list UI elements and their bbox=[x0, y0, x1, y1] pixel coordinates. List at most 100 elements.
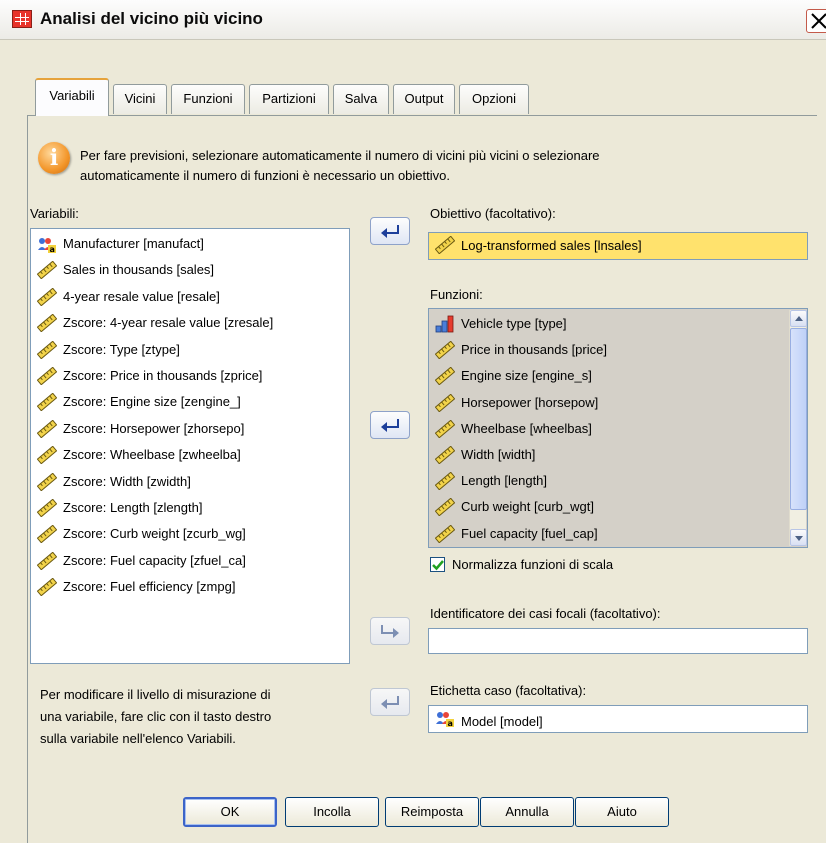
scale-ruler-icon bbox=[36, 577, 58, 597]
target-label: Obiettivo (facoltativo): bbox=[430, 206, 556, 221]
features-scrollbar[interactable] bbox=[789, 310, 807, 546]
scale-ruler-icon bbox=[36, 524, 58, 544]
dialog-app-icon bbox=[12, 10, 32, 28]
features-listbox[interactable]: Vehicle type [type] Price in thousands [p… bbox=[428, 308, 808, 548]
help-line-3: sulla variabile nell'elenco Variabili. bbox=[40, 731, 236, 746]
tab-vicini[interactable]: Vicini bbox=[113, 84, 167, 114]
focal-label: Identificatore dei casi focali (facoltat… bbox=[430, 606, 661, 621]
title-bar: Analisi del vicino più vicino bbox=[0, 0, 826, 40]
tab-salva[interactable]: Salva bbox=[333, 84, 389, 114]
move-to-target-button[interactable] bbox=[370, 217, 410, 245]
svg-text:a: a bbox=[50, 245, 55, 253]
scale-ruler-icon bbox=[434, 340, 456, 360]
move-to-focal-button[interactable] bbox=[370, 617, 410, 645]
variable-list-item-label: Zscore: Fuel capacity [zfuel_ca] bbox=[63, 552, 246, 568]
scroll-up-button[interactable] bbox=[790, 310, 807, 327]
scale-ruler-icon bbox=[434, 497, 456, 517]
close-icon bbox=[811, 13, 826, 29]
cancel-button[interactable]: Annulla bbox=[480, 797, 574, 827]
variable-list-item-label: Zscore: Width [zwidth] bbox=[63, 473, 191, 489]
tab-partizioni[interactable]: Partizioni bbox=[249, 84, 329, 114]
scale-ruler-icon bbox=[36, 392, 58, 412]
scale-ruler-icon bbox=[434, 235, 456, 255]
target-field[interactable]: Log-transformed sales [lnsales] bbox=[428, 232, 808, 260]
feature-list-item-label: Horsepower [horsepow] bbox=[461, 394, 599, 410]
scale-ruler-icon bbox=[36, 551, 58, 571]
variable-list-item-label: Zscore: Price in thousands [zprice] bbox=[63, 368, 263, 383]
variable-list-item-label: Zscore: Curb weight [zcurb_wg] bbox=[63, 526, 246, 542]
help-line-1: Per modificare il livello di misurazione… bbox=[40, 687, 271, 702]
scale-ruler-icon bbox=[36, 472, 58, 492]
arrow-left-icon bbox=[381, 225, 399, 238]
close-button[interactable] bbox=[806, 9, 826, 33]
scale-ruler-icon bbox=[36, 498, 58, 518]
tab-variabili[interactable]: Variabili bbox=[35, 78, 109, 116]
variable-list-item-label: Zscore: Fuel efficiency [zmpg] bbox=[63, 579, 236, 595]
ok-button[interactable]: OK bbox=[183, 797, 277, 827]
scroll-thumb[interactable] bbox=[790, 328, 807, 510]
variable-list-item-label: Zscore: Horsepower [zhorsepo] bbox=[63, 420, 245, 436]
scale-ruler-icon bbox=[36, 445, 58, 465]
nominal-string-icon: a bbox=[37, 235, 57, 254]
info-line-2: automaticamente il numero di funzioni è … bbox=[80, 168, 450, 183]
scale-ruler-icon bbox=[434, 524, 456, 544]
help-text: Per modificare il livello di misurazione… bbox=[40, 684, 340, 750]
variable-list-item-label: 4-year resale value [resale] bbox=[63, 288, 220, 304]
case-label-label: Etichetta caso (facoltativa): bbox=[430, 683, 587, 698]
case-label-value: Model [model] bbox=[461, 714, 543, 729]
feature-list-item-label: Wheelbase [wheelbas] bbox=[461, 420, 592, 436]
scale-ruler-icon bbox=[36, 419, 58, 439]
feature-list-item-label: Engine size [engine_s] bbox=[461, 368, 592, 384]
scale-ruler-icon bbox=[36, 340, 58, 360]
info-line-1: Per fare previsioni, selezionare automat… bbox=[80, 148, 600, 163]
checkmark-icon bbox=[432, 560, 444, 571]
move-to-case-label-button[interactable] bbox=[370, 688, 410, 716]
variables-listbox[interactable]: a Manufacturer [manufact] Sales in thousan… bbox=[30, 228, 350, 664]
scale-ruler-icon bbox=[434, 419, 456, 439]
info-message: Per fare previsioni, selezionare automat… bbox=[80, 146, 780, 186]
paste-button[interactable]: Incolla bbox=[285, 797, 379, 827]
feature-list-item-label: Vehicle type [type] bbox=[461, 316, 567, 331]
nominal-bar-icon bbox=[435, 315, 455, 333]
variable-list-item-label: Manufacturer [manufact] bbox=[63, 236, 204, 251]
tab-funzioni[interactable]: Funzioni bbox=[171, 84, 245, 114]
normalize-label: Normalizza funzioni di scala bbox=[452, 557, 614, 572]
case-label-field[interactable]: a Model [model] bbox=[428, 705, 808, 733]
arrow-left-icon bbox=[381, 419, 399, 432]
scale-ruler-icon bbox=[434, 393, 456, 413]
tab-opzioni[interactable]: Opzioni bbox=[459, 84, 529, 114]
variable-list-item-label: Zscore: Engine size [zengine_] bbox=[63, 394, 241, 410]
target-value: Log-transformed sales [lnsales] bbox=[461, 238, 642, 253]
normalize-checkbox[interactable] bbox=[430, 557, 445, 572]
help-line-2: una variabile, fare clic con il tasto de… bbox=[40, 709, 272, 724]
features-label: Funzioni: bbox=[430, 287, 483, 302]
chevron-down-icon bbox=[795, 536, 803, 541]
variables-label: Variabili: bbox=[30, 206, 79, 221]
arrow-left-icon bbox=[381, 696, 399, 709]
feature-list-item-label: Fuel capacity [fuel_cap] bbox=[461, 525, 598, 541]
dialog-window: Analisi del vicino più vicino Variabili … bbox=[0, 0, 826, 843]
feature-list-item-label: Length [length] bbox=[461, 473, 548, 489]
chevron-up-icon bbox=[795, 316, 803, 321]
info-icon: i bbox=[38, 142, 70, 174]
feature-list-item-label: Price in thousands [price] bbox=[461, 342, 607, 358]
help-button[interactable]: Aiuto bbox=[575, 797, 669, 827]
feature-list-item-label: Curb weight [curb_wgt] bbox=[461, 499, 594, 515]
focal-field[interactable] bbox=[428, 628, 808, 654]
variable-list-item-label: Sales in thousands [sales] bbox=[63, 262, 215, 278]
move-to-features-button[interactable] bbox=[370, 411, 410, 439]
scroll-down-button[interactable] bbox=[790, 529, 807, 546]
tab-output[interactable]: Output bbox=[393, 84, 455, 114]
variable-list-item-label: Zscore: Type [ztype] bbox=[63, 341, 180, 357]
scale-ruler-icon bbox=[36, 287, 58, 307]
scale-ruler-icon bbox=[36, 313, 58, 333]
scale-ruler-icon bbox=[36, 366, 58, 386]
arrow-right-icon bbox=[381, 625, 399, 638]
variable-list-item-label: Zscore: Wheelbase [zwheelba] bbox=[63, 447, 241, 463]
reset-button[interactable]: Reimposta bbox=[385, 797, 479, 827]
scale-ruler-icon bbox=[36, 260, 58, 280]
svg-text:a: a bbox=[448, 719, 453, 727]
variable-list-item-label: Zscore: 4-year resale value [zresale] bbox=[63, 315, 274, 331]
feature-list-item-label: Width [width] bbox=[461, 447, 536, 462]
nominal-string-icon: a bbox=[435, 709, 455, 728]
